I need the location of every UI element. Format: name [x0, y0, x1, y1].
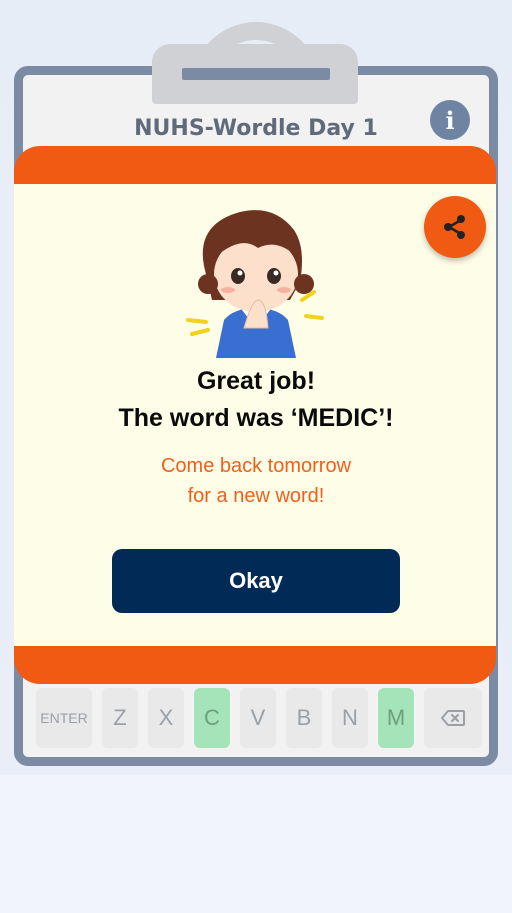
share-icon — [444, 215, 465, 239]
modal-subtext-line2: for a new word! — [187, 485, 325, 507]
share-button[interactable] — [424, 196, 486, 258]
key-m[interactable]: M — [378, 688, 414, 748]
key-v[interactable]: V — [240, 688, 276, 748]
key-n[interactable]: N — [332, 688, 368, 748]
modal-headline-line1: Great job! — [196, 367, 316, 395]
modal-headline-line2: The word was ‘MEDIC’! — [118, 404, 394, 432]
key-backspace[interactable] — [424, 688, 482, 748]
key-c[interactable]: C — [194, 688, 230, 748]
key-x[interactable]: X — [148, 688, 184, 748]
modal-subtext-line1: Come back tomorrow — [160, 455, 352, 477]
backspace-icon — [441, 710, 465, 726]
nurse-mascot-illustration — [186, 210, 324, 358]
key-enter[interactable]: ENTER — [36, 688, 92, 748]
key-z[interactable]: Z — [102, 688, 138, 748]
page-footer-area — [0, 775, 512, 913]
info-button[interactable]: i — [430, 100, 470, 140]
okay-button[interactable]: Okay — [112, 549, 400, 613]
clipboard-clip-slot — [182, 68, 330, 80]
info-icon: i — [445, 105, 455, 135]
keyboard-row: ENTER Z X C V B N M — [36, 688, 482, 748]
key-b[interactable]: B — [286, 688, 322, 748]
